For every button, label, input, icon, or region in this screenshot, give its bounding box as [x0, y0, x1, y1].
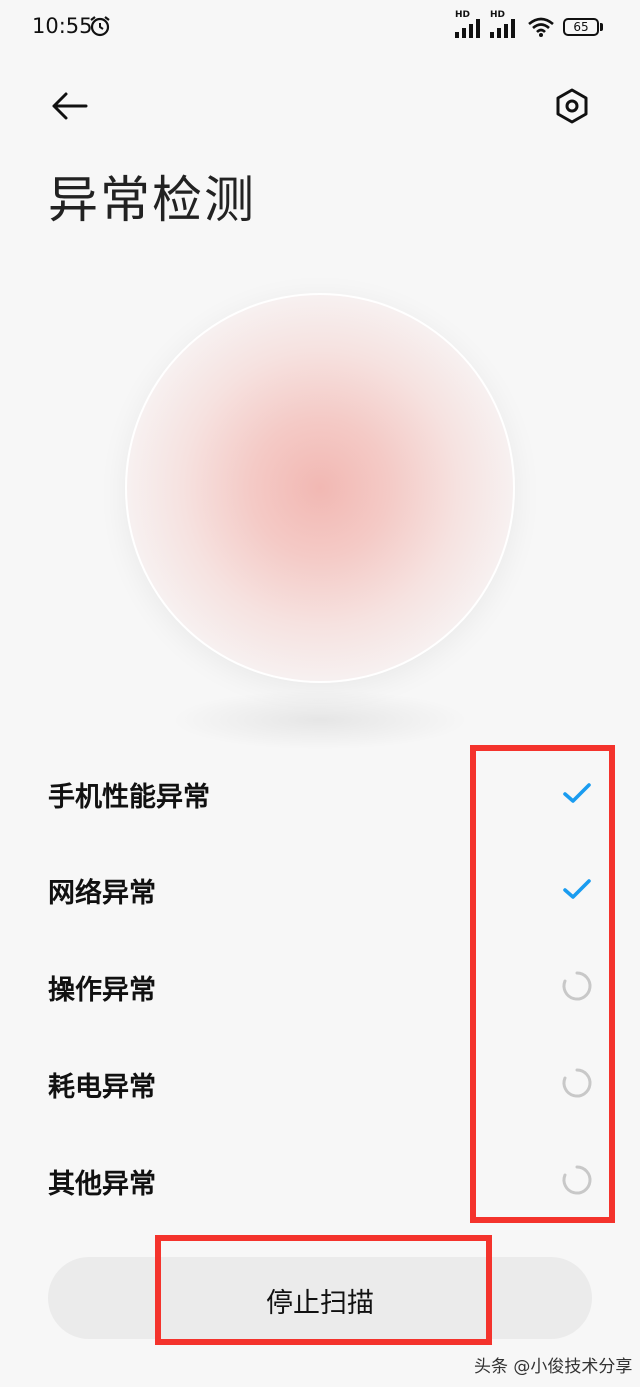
alarm-icon [90, 16, 110, 37]
check-item-label: 耗电异常 [48, 1072, 156, 1103]
signal-icon-sim1: HD [455, 10, 487, 38]
check-item-label: 其他异常 [48, 1169, 156, 1200]
sim1-hd-label: HD [455, 10, 471, 20]
arrow-left-icon [52, 92, 88, 120]
highlight-box-stop-button [155, 1235, 492, 1345]
battery-cap [600, 23, 603, 31]
watermark: 头条 @小俊技术分享 [474, 1357, 633, 1377]
check-item-label: 操作异常 [48, 975, 156, 1006]
check-item-label: 手机性能异常 [48, 782, 210, 813]
settings-button[interactable] [550, 84, 594, 128]
highlight-box-status-icons [470, 745, 615, 1223]
scan-orb [125, 293, 515, 683]
signal-icon-sim2: HD [490, 10, 522, 38]
page-title: 异常检测 [48, 171, 256, 229]
back-button[interactable] [48, 84, 92, 128]
hexagon-gear-icon [556, 88, 588, 124]
status-bar: 10:55 HD HD 65 [0, 0, 640, 56]
orb-shadow [170, 690, 470, 750]
wifi-icon [528, 17, 554, 37]
battery-icon: 65 [563, 18, 599, 36]
sim2-hd-label: HD [490, 10, 506, 20]
status-time: 10:55 [32, 14, 93, 38]
check-item-label: 网络异常 [48, 878, 156, 909]
